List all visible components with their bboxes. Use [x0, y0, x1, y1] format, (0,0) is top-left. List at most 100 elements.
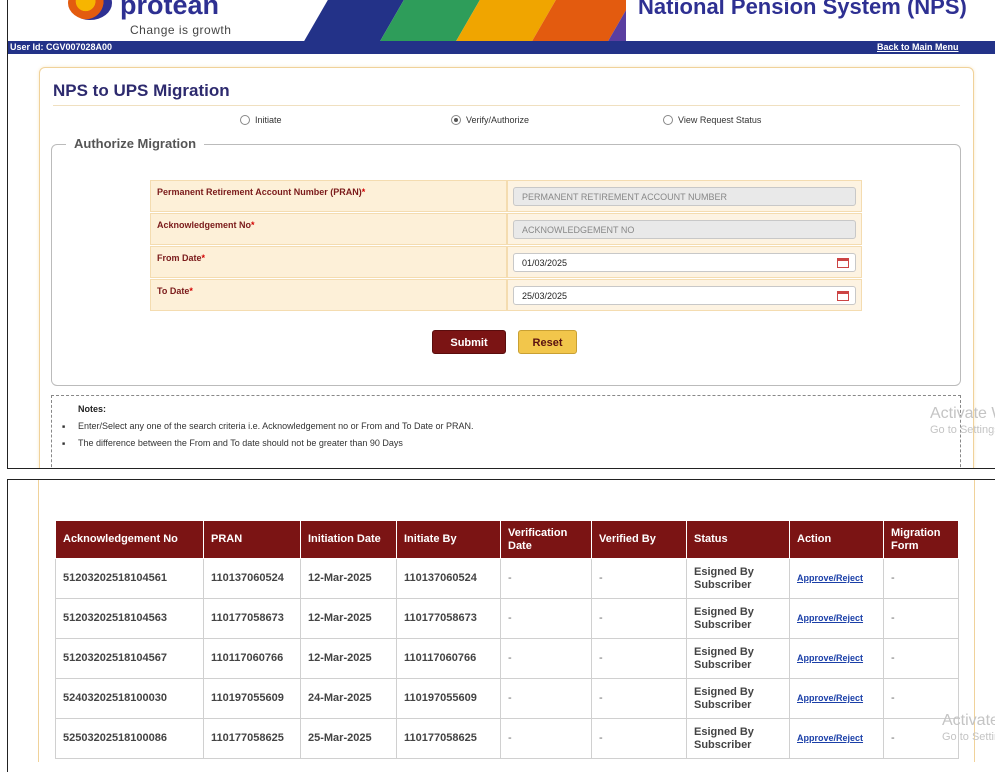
radio-verify-authorize[interactable]: Verify/Authorize: [451, 115, 529, 125]
calendar-icon[interactable]: [837, 258, 849, 268]
fieldset-legend: Authorize Migration: [66, 136, 205, 151]
cell-status: Esigned By Subscriber: [686, 678, 790, 719]
cell-form: -: [883, 598, 959, 639]
cell-status: Esigned By Subscriber: [686, 638, 790, 679]
col-pran: PRAN: [203, 520, 301, 559]
cell-ver-by: -: [591, 638, 687, 679]
cell-action: Approve/Reject: [789, 678, 884, 719]
from-date-input[interactable]: 01/03/2025: [513, 253, 856, 272]
header-stripes: [296, 0, 626, 41]
cell-init-by: 110197055609: [396, 678, 501, 719]
to-date-label: To Date*: [150, 279, 507, 311]
approve-reject-link[interactable]: Approve/Reject: [797, 613, 863, 623]
radio-view-request-status[interactable]: View Request Status: [663, 115, 761, 125]
cell-init-date: 12-Mar-2025: [300, 558, 397, 599]
cell-ack: 51203202518104567: [55, 638, 204, 679]
cell-ver-date: -: [500, 718, 592, 759]
field-label-text: From Date: [157, 253, 202, 263]
cell-init-date: 12-Mar-2025: [300, 598, 397, 639]
radio-button[interactable]: [451, 115, 461, 125]
cell-init-by: 110177058625: [396, 718, 501, 759]
form-row-to-date: To Date* 25/03/2025: [150, 279, 862, 312]
approve-reject-link[interactable]: Approve/Reject: [797, 733, 863, 743]
cell-status: Esigned By Subscriber: [686, 598, 790, 639]
cell-ver-by: -: [591, 598, 687, 639]
radio-label: Verify/Authorize: [466, 115, 530, 125]
cell-ack: 51203202518104561: [55, 558, 204, 599]
cell-action: Approve/Reject: [789, 558, 884, 599]
pran-label: Permanent Retirement Account Number (PRA…: [150, 180, 507, 212]
field-label-text: Permanent Retirement Account Number (PRA…: [157, 187, 362, 197]
field-label-text: Acknowledgement No: [157, 220, 252, 230]
cell-ver-by: -: [591, 558, 687, 599]
col-acknowledgement-no: Acknowledgement No: [55, 520, 204, 559]
cell-status: Esigned By Subscriber: [686, 718, 790, 759]
cell-action: Approve/Reject: [789, 718, 884, 759]
required-marker: *: [201, 253, 206, 263]
results-card: Acknowledgement No PRAN Initiation Date …: [38, 480, 975, 762]
required-marker: *: [361, 187, 366, 197]
col-verified-by: Verified By: [591, 520, 687, 559]
cell-pran: 110197055609: [203, 678, 301, 719]
submit-button[interactable]: Submit: [432, 330, 506, 354]
cell-pran: 110177058625: [203, 718, 301, 759]
approve-reject-link[interactable]: Approve/Reject: [797, 693, 863, 703]
title-divider: [53, 105, 960, 106]
cell-form: -: [883, 558, 959, 599]
cell-pran: 110177058673: [203, 598, 301, 639]
radio-button[interactable]: [663, 115, 673, 125]
form-row-ack: Acknowledgement No* ACKNOWLEDGEMENT NO: [150, 213, 862, 246]
cell-pran: 110117060766: [203, 638, 301, 679]
from-date-label: From Date*: [150, 246, 507, 278]
site-header: protean Change is growth National Pensio…: [8, 0, 995, 41]
ack-label: Acknowledgement No*: [150, 213, 507, 245]
note-text: Enter/Select any one of the search crite…: [78, 421, 474, 431]
col-initiation-date: Initiation Date: [300, 520, 397, 559]
from-date-value: 01/03/2025: [522, 258, 568, 268]
cell-init-date: 12-Mar-2025: [300, 638, 397, 679]
pran-input[interactable]: PERMANENT RETIREMENT ACCOUNT NUMBER: [513, 187, 856, 206]
protean-logo-icon: [68, 0, 112, 20]
activate-windows-watermark: Activate Windows: [930, 405, 995, 422]
table-row: 52403202518100030 110197055609 24-Mar-2025…: [55, 678, 959, 719]
radio-label: Initiate: [255, 115, 282, 125]
radio-initiate[interactable]: Initiate: [240, 115, 282, 125]
reset-button[interactable]: Reset: [518, 330, 577, 354]
logo-text: protean: [120, 0, 220, 20]
cell-pran: 110137060524: [203, 558, 301, 599]
ack-cell: ACKNOWLEDGEMENT NO: [507, 213, 862, 245]
radio-button[interactable]: [240, 115, 250, 125]
cell-init-by: 110117060766: [396, 638, 501, 679]
to-date-input[interactable]: 25/03/2025: [513, 286, 856, 305]
table-row: 51203202518104563 110177058673 12-Mar-2025…: [55, 598, 959, 639]
col-action: Action: [789, 520, 884, 559]
calendar-icon[interactable]: [837, 291, 849, 301]
cell-action: Approve/Reject: [789, 638, 884, 679]
cell-ver-by: -: [591, 678, 687, 719]
cell-form: -: [883, 638, 959, 679]
cell-ver-date: -: [500, 678, 592, 719]
table-row: 51203202518104567 110117060766 12-Mar-2025…: [55, 638, 959, 679]
approve-reject-link[interactable]: Approve/Reject: [797, 573, 863, 583]
notes-box: Notes: Enter/Select any one of the searc…: [51, 395, 961, 468]
col-initiate-by: Initiate By: [396, 520, 501, 559]
migration-card: NPS to UPS Migration Initiate Verify/Aut…: [39, 67, 974, 468]
system-title: National Pension System (NPS): [638, 0, 967, 19]
to-date-cell: 25/03/2025: [507, 279, 862, 311]
page-title: NPS to UPS Migration: [53, 81, 230, 100]
back-to-main-menu-link[interactable]: Back to Main Menu: [877, 41, 959, 54]
table-row: 51203202518104561 110137060524 12-Mar-2025…: [55, 558, 959, 599]
form-row-pran: Permanent Retirement Account Number (PRA…: [150, 180, 862, 213]
form-row-from-date: From Date* 01/03/2025: [150, 246, 862, 279]
acknowledgement-input[interactable]: ACKNOWLEDGEMENT NO: [513, 220, 856, 239]
cell-ver-date: -: [500, 558, 592, 599]
radio-label: View Request Status: [678, 115, 762, 125]
search-form: Permanent Retirement Account Number (PRA…: [150, 180, 862, 312]
cell-ack: 51203202518104563: [55, 598, 204, 639]
pran-cell: PERMANENT RETIREMENT ACCOUNT NUMBER: [507, 180, 862, 212]
cell-status: Esigned By Subscriber: [686, 558, 790, 599]
required-marker: *: [251, 220, 255, 230]
field-label-text: To Date: [157, 286, 190, 296]
approve-reject-link[interactable]: Approve/Reject: [797, 653, 863, 663]
results-table: Acknowledgement No PRAN Initiation Date …: [55, 520, 959, 759]
